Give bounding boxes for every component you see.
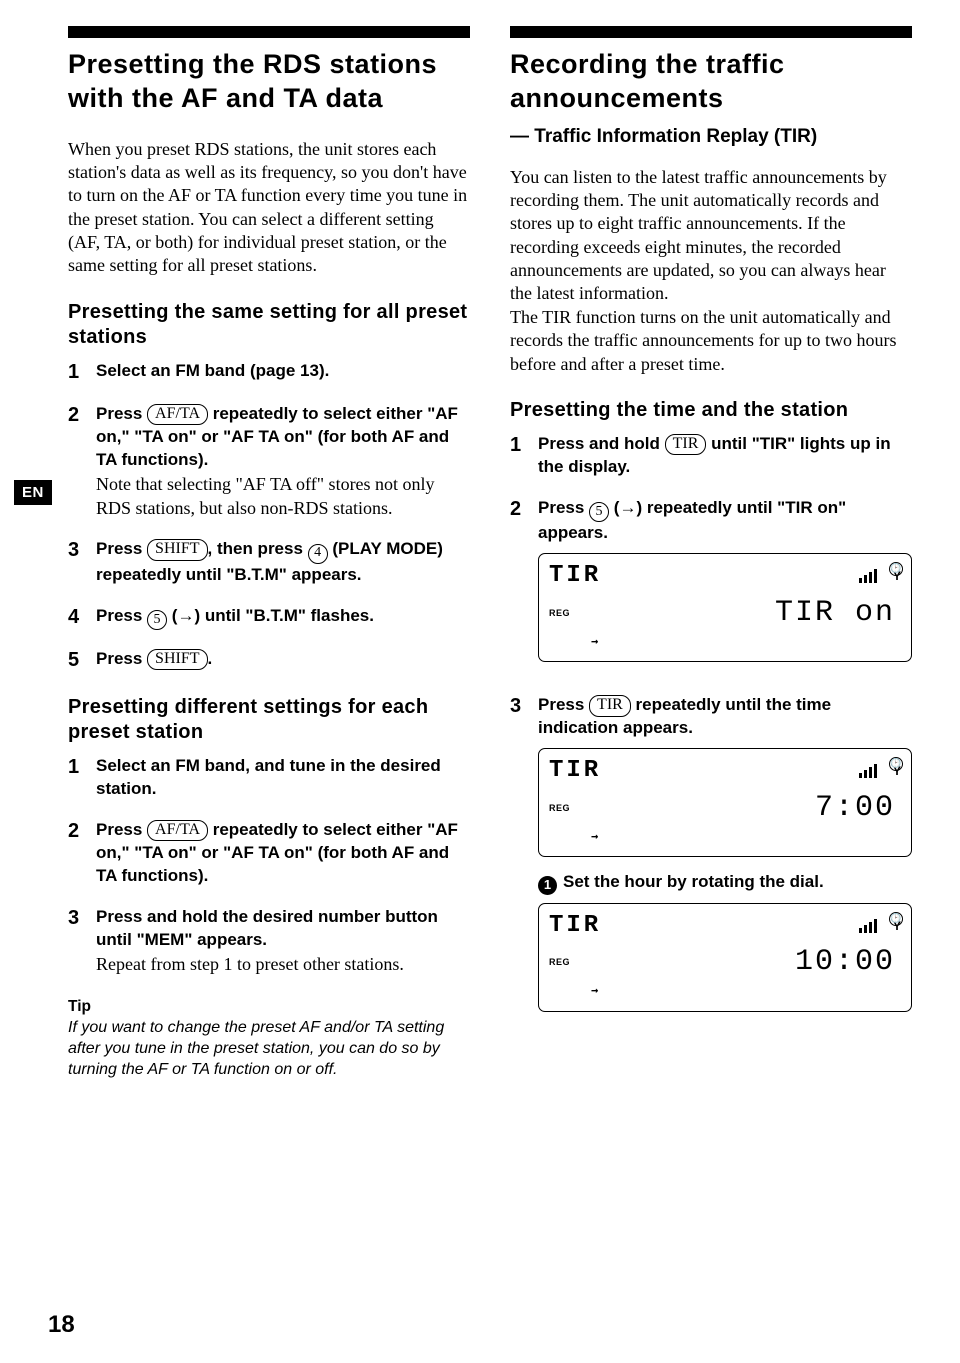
step: 2 Press 5 (→) repeatedly until "TIR on" …	[510, 497, 912, 676]
step: 5 Press SHIFT.	[68, 648, 470, 673]
step: 1Select an FM band, and tune in the desi…	[68, 755, 470, 801]
right-intro-2: The TIR function turns on the unit autom…	[510, 306, 912, 376]
bullet-1-icon: 1	[538, 876, 557, 895]
lcd-main-text: 10:00	[795, 942, 895, 983]
lcd-display: 🕑 TIR Y REG 7:00 →	[538, 748, 912, 857]
lcd-reg: REG	[549, 956, 570, 968]
step-text: Press 5 (→) repeatedly until "TIR on" ap…	[538, 497, 912, 676]
step: 3 Press TIR repeatedly until the time in…	[510, 694, 912, 1025]
left-sec1-heading: Presetting the same setting for all pres…	[68, 300, 470, 350]
left-sec2-steps: 1Select an FM band, and tune in the desi…	[68, 755, 470, 976]
step-number: 2	[68, 819, 86, 888]
step-number: 1	[510, 433, 528, 479]
step-text: Press SHIFT, then press 4 (PLAY MODE) re…	[96, 538, 470, 586]
step-text: Select an FM band, and tune in the desir…	[96, 755, 470, 801]
lcd-reg: REG	[549, 607, 570, 619]
arrow-icon: →	[549, 633, 901, 653]
step-text: Press AF/TA repeatedly to select either …	[96, 819, 470, 888]
step-text: Press 5 (→) until "B.T.M" flashes.	[96, 605, 470, 630]
right-heading: Recording the traffic announcements	[510, 48, 912, 116]
step: 3Press SHIFT, then press 4 (PLAY MODE) r…	[68, 538, 470, 586]
step-text: Press and hold TIR until "TIR" lights up…	[538, 433, 912, 479]
lcd-display: 🕑 TIR Y REG TIR on →	[538, 553, 912, 662]
tip-heading: Tip	[68, 998, 470, 1016]
step-text: Press SHIFT.	[96, 648, 470, 673]
lcd-mode: TIR	[549, 560, 601, 592]
step: 2Press AF/TA repeatedly to select either…	[68, 819, 470, 888]
clock-icon: 🕑	[889, 562, 903, 576]
right-intro-1: You can listen to the latest traffic ann…	[510, 166, 912, 306]
step-text: Press TIR repeatedly until the time indi…	[538, 694, 912, 1025]
signal-icon	[859, 919, 881, 933]
arrow-icon: →	[549, 982, 901, 1002]
lcd-mode: TIR	[549, 910, 601, 942]
step-number: 3	[68, 906, 86, 976]
step: 3Press and hold the desired number butto…	[68, 906, 470, 976]
sub-instruction: 1Set the hour by rotating the dial.	[538, 871, 912, 894]
left-heading: Presetting the RDS stations with the AF …	[68, 48, 470, 116]
lcd-mode: TIR	[549, 755, 601, 787]
step: 1 Select an FM band (page 13).	[68, 360, 470, 385]
step-number: 2	[510, 497, 528, 676]
page-number: 18	[48, 1311, 75, 1339]
step-number: 5	[68, 648, 86, 673]
step-text: Press and hold the desired number button…	[96, 906, 470, 976]
left-intro: When you preset RDS stations, the unit s…	[68, 138, 470, 278]
arrow-icon: →	[549, 828, 901, 848]
step-number: 4	[68, 605, 86, 630]
right-sec1-heading: Presetting the time and the station	[510, 398, 912, 423]
step-text: Select an FM band (page 13).	[96, 360, 470, 385]
tip-body: If you want to change the preset AF and/…	[68, 1018, 470, 1080]
language-tab: EN	[14, 480, 52, 505]
lcd-main-text: 7:00	[815, 788, 895, 829]
clock-icon: 🕑	[889, 757, 903, 771]
signal-icon	[859, 569, 881, 583]
clock-icon: 🕑	[889, 912, 903, 926]
step: 4 Press 5 (→) until "B.T.M" flashes.	[68, 605, 470, 630]
step: 1 Press and hold TIR until "TIR" lights …	[510, 433, 912, 479]
right-subheading: — Traffic Information Replay (TIR)	[510, 126, 912, 148]
step-number: 1	[68, 755, 86, 801]
left-sec2-heading: Presetting different settings for each p…	[68, 695, 470, 745]
signal-icon	[859, 764, 881, 778]
step-number: 3	[510, 694, 528, 1025]
step: 2Press AF/TA repeatedly to select either…	[68, 403, 470, 520]
step-number: 2	[68, 403, 86, 520]
step-number: 1	[68, 360, 86, 385]
left-sec1-steps: 1 Select an FM band (page 13). 2Press AF/T…	[68, 360, 470, 673]
lcd-display: 🕑 TIR Y REG 10:00 →	[538, 903, 912, 1012]
lcd-main-text: TIR on	[775, 593, 895, 634]
lcd-reg: REG	[549, 802, 570, 814]
step-text: Press AF/TA repeatedly to select either …	[96, 403, 470, 520]
step-number: 3	[68, 538, 86, 586]
